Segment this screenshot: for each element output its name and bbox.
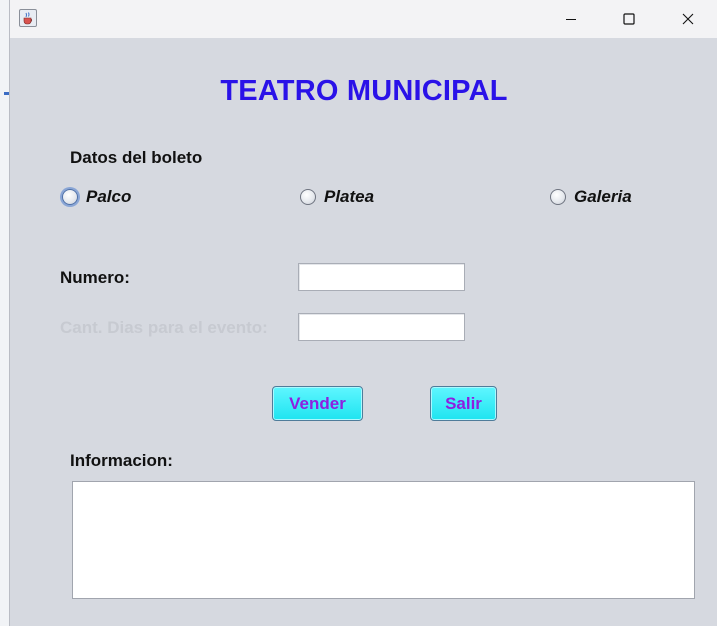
radio-indicator[interactable] xyxy=(300,189,316,205)
radio-indicator[interactable] xyxy=(550,189,566,205)
radio-label-platea: Platea xyxy=(324,187,375,206)
numero-input[interactable] xyxy=(298,263,465,291)
minimize-icon xyxy=(566,19,576,20)
dias-label: Cant. Dias para el evento: xyxy=(60,318,268,337)
page-title: TEATRO MUNICIPAL xyxy=(220,75,508,107)
info-label: Informacion: xyxy=(70,451,173,470)
ticket-section-label: Datos del boleto xyxy=(70,148,203,167)
java-cup-icon xyxy=(19,9,37,27)
radio-palco[interactable]: Palco xyxy=(62,187,131,207)
minimize-button[interactable] xyxy=(542,0,600,38)
close-button[interactable] xyxy=(659,0,717,38)
radio-indicator[interactable] xyxy=(62,189,78,205)
vender-button[interactable]: Vender xyxy=(272,386,363,421)
radio-galeria[interactable]: Galeria xyxy=(550,187,632,207)
radio-platea[interactable]: Platea xyxy=(300,187,374,207)
maximize-button[interactable] xyxy=(600,0,658,38)
radio-label-palco: Palco xyxy=(86,187,132,206)
app-window: TEATRO MUNICIPAL Datos del boleto Palco … xyxy=(9,0,717,626)
radio-label-galeria: Galeria xyxy=(574,187,632,206)
close-icon xyxy=(682,13,694,25)
salir-button[interactable]: Salir xyxy=(430,386,497,421)
background-window-edge xyxy=(0,0,9,626)
numero-label: Numero: xyxy=(60,268,130,287)
maximize-icon xyxy=(623,13,635,25)
info-textarea[interactable] xyxy=(72,481,695,599)
title-bar xyxy=(10,0,717,38)
dias-input[interactable] xyxy=(298,313,465,341)
